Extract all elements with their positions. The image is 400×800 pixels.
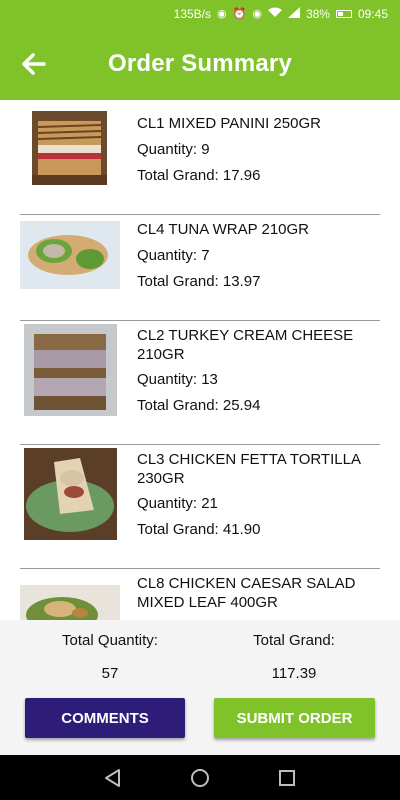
battery-percent: 38% (305, 7, 330, 21)
submit-order-button[interactable]: SUBMIT ORDER (214, 698, 375, 738)
battery-icon (335, 10, 352, 18)
chicken-tortilla-photo (24, 448, 117, 540)
list-item[interactable]: CL1 MIXED PANINI 250GR Quantity: 9 Total… (0, 100, 400, 215)
nav-recents-button[interactable] (275, 766, 299, 790)
wifi-icon (267, 7, 282, 21)
eye-icon: ◉ (252, 7, 262, 20)
item-total: Total Grand: 13.97 (137, 273, 261, 290)
page-title: Order Summary (107, 50, 292, 77)
system-nav-bar (0, 755, 400, 800)
triangle-back-icon (105, 768, 121, 787)
total-quantity-value: 57 (101, 665, 119, 682)
item-quantity: Quantity: 21 (137, 495, 218, 512)
nfc-icon: ◉ (217, 7, 227, 20)
turkey-sandwich-photo (24, 324, 117, 416)
item-name: CL2 TURKEY CREAM CHEESE 210GR (137, 327, 354, 363)
circle-home-icon (190, 768, 209, 787)
total-grand-block: Total Grand: 117.39 (204, 632, 384, 682)
item-total: Total Grand: 25.94 (137, 397, 261, 414)
list-item[interactable]: CL8 CHICKEN CAESAR SALAD MIXED LEAF 400G… (0, 569, 400, 620)
total-quantity-block: Total Quantity: 57 (20, 632, 200, 682)
total-grand-label: Total Grand: (253, 632, 335, 649)
item-quantity: Quantity: 13 (137, 371, 218, 388)
status-bar: 135B/s ◉ ⏰ ◉ 38% 09:45 (0, 0, 400, 28)
order-list[interactable]: CL1 MIXED PANINI 250GR Quantity: 9 Total… (0, 100, 400, 620)
total-quantity-label: Total Quantity: (62, 632, 158, 649)
square-recents-icon (278, 769, 295, 786)
item-name: CL8 CHICKEN CAESAR SALAD MIXED LEAF 400G… (137, 575, 356, 611)
signal-icon (287, 7, 300, 21)
caesar-salad-photo (20, 585, 120, 620)
network-speed: 135B/s (173, 7, 212, 21)
item-total: Total Grand: 17.96 (137, 167, 261, 184)
list-item[interactable]: CL3 CHICKEN FETTA TORTILLA 230GR Quantit… (0, 445, 400, 569)
app-bar: Order Summary (0, 28, 400, 100)
alarm-icon: ⏰ (232, 7, 247, 20)
panini-photo (32, 111, 107, 185)
item-total: Total Grand: 41.90 (137, 521, 261, 538)
comments-button[interactable]: COMMENTS (25, 698, 185, 738)
list-item[interactable]: CL4 TUNA WRAP 210GR Quantity: 7 Total Gr… (0, 215, 400, 321)
nav-home-button[interactable] (188, 766, 212, 790)
item-name: CL1 MIXED PANINI 250GR (137, 115, 321, 132)
order-summary-footer: Total Quantity: 57 Total Grand: 117.39 C… (0, 620, 400, 755)
tuna-wrap-photo (20, 221, 120, 289)
status-time: 09:45 (357, 7, 388, 21)
item-quantity: Quantity: 9 (137, 141, 210, 158)
arrow-left-icon (22, 53, 46, 75)
back-button[interactable] (18, 48, 50, 80)
list-item[interactable]: CL2 TURKEY CREAM CHEESE 210GR Quantity: … (0, 321, 400, 445)
item-quantity: Quantity: 7 (137, 247, 210, 264)
nav-back-button[interactable] (101, 766, 125, 790)
item-name: CL3 CHICKEN FETTA TORTILLA 230GR (137, 451, 361, 487)
total-grand-value: 117.39 (271, 665, 317, 682)
item-name: CL4 TUNA WRAP 210GR (137, 221, 310, 238)
